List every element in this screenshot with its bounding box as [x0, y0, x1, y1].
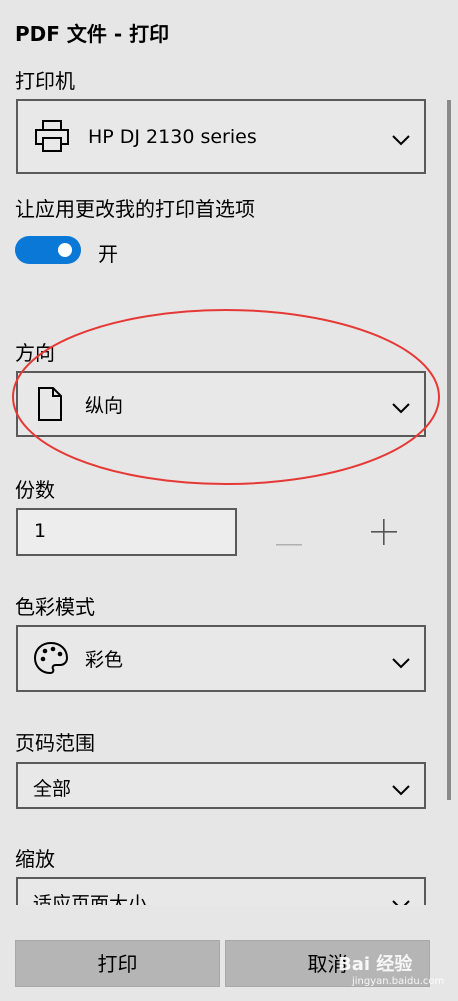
color-mode-value: 彩色 [85, 649, 124, 671]
scale-dropdown[interactable]: 适应页面大小 [16, 877, 426, 905]
toggle-knob [58, 243, 72, 257]
page-range-value: 全部 [33, 778, 72, 800]
page-range-label: 页码范围 [15, 731, 95, 755]
copies-label: 份数 [15, 478, 55, 502]
printer-value: HP DJ 2130 series [88, 126, 257, 148]
app-prefs-label: 让应用更改我的打印首选项 [15, 197, 255, 221]
chevron-down-icon [392, 896, 410, 905]
app-prefs-toggle[interactable] [15, 236, 81, 264]
printer-icon [34, 119, 70, 157]
scale-clip: 适应页面大小 [0, 877, 458, 905]
highlight-ellipse [12, 309, 440, 485]
chevron-down-icon [392, 781, 410, 800]
page-title: PDF 文件 - 打印 [15, 22, 170, 46]
increment-button[interactable] [371, 519, 397, 549]
scrollbar[interactable] [447, 100, 451, 800]
scale-value: 适应页面大小 [33, 893, 148, 905]
page-range-dropdown[interactable]: 全部 [16, 762, 426, 809]
watermark-url: jingyan.baidu.com [352, 976, 445, 987]
toggle-state-label: 开 [98, 242, 118, 266]
copies-input[interactable]: 1 [16, 508, 237, 556]
chevron-down-icon [392, 654, 410, 673]
color-mode-label: 色彩模式 [15, 595, 95, 619]
watermark: Bai 经验 [338, 954, 413, 975]
color-mode-dropdown[interactable]: 彩色 [16, 625, 426, 692]
printer-label: 打印机 [15, 69, 75, 93]
chevron-down-icon [392, 131, 410, 150]
decrement-button[interactable] [276, 531, 302, 550]
print-button[interactable]: 打印 [15, 940, 220, 987]
scale-label: 缩放 [15, 847, 55, 871]
palette-icon [33, 641, 69, 679]
copies-value: 1 [34, 520, 47, 542]
printer-dropdown[interactable]: HP DJ 2130 series [16, 99, 426, 174]
